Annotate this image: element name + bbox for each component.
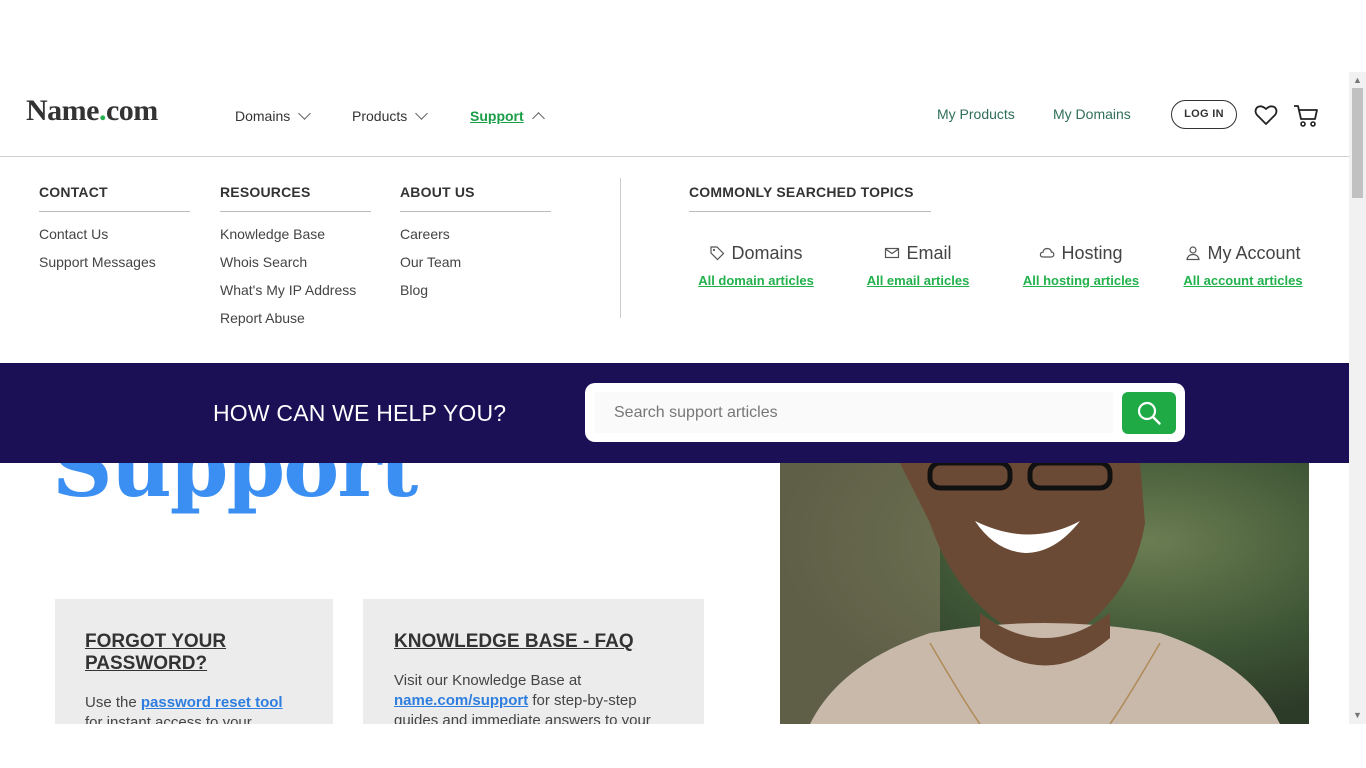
- name-com-logo[interactable]: Name.com: [26, 94, 158, 128]
- topic-label: Domains: [731, 242, 803, 263]
- cloud-icon: [1040, 247, 1055, 258]
- topic-heading: Email: [866, 242, 970, 264]
- card-text-after: for instant access to your: [85, 714, 252, 724]
- contact-column: CONTACT Contact Us Support Messages: [39, 184, 190, 282]
- logo-dot: .: [98, 94, 107, 127]
- hero-photo: [780, 463, 1309, 724]
- cart-icon[interactable]: [1293, 103, 1319, 128]
- menu-item-whois-search[interactable]: Whois Search: [220, 254, 371, 282]
- all-account-articles-link[interactable]: All account articles: [1183, 273, 1303, 288]
- user-icon: [1186, 246, 1201, 261]
- menu-item-our-team[interactable]: Our Team: [400, 254, 551, 282]
- search-icon: [1137, 401, 1161, 425]
- scroll-down-arrow-icon[interactable]: ▼: [1349, 707, 1366, 724]
- my-domains-link[interactable]: My Domains: [1053, 106, 1131, 122]
- menu-item-contact-us[interactable]: Contact Us: [39, 226, 190, 254]
- topic-heading: Hosting: [1022, 242, 1140, 264]
- topic-email: Email All email articles: [866, 242, 970, 289]
- all-email-articles-link[interactable]: All email articles: [866, 273, 970, 288]
- search-box: [585, 383, 1185, 442]
- logo-tld: com: [105, 94, 158, 127]
- column-title: RESOURCES: [220, 184, 371, 212]
- help-heading: HOW CAN WE HELP YOU?: [213, 400, 507, 426]
- card-text-before: Use the: [85, 694, 141, 711]
- topic-label: Hosting: [1061, 242, 1123, 263]
- nav-label: Domains: [235, 108, 291, 124]
- search-button[interactable]: [1122, 392, 1176, 434]
- topic-hosting: Hosting All hosting articles: [1022, 242, 1140, 289]
- card-text: Visit our Knowledge Base at name.com/sup…: [394, 671, 673, 724]
- chevron-up-icon: [531, 111, 545, 125]
- help-search-bar: HOW CAN WE HELP YOU?: [0, 363, 1349, 463]
- login-button[interactable]: LOG IN: [1171, 100, 1237, 129]
- column-title: CONTACT: [39, 184, 190, 212]
- scroll-up-arrow-icon[interactable]: ▲: [1349, 72, 1366, 89]
- chevron-down-icon: [298, 107, 312, 120]
- nav-domains[interactable]: Domains: [235, 107, 312, 124]
- scrollbar-thumb[interactable]: [1352, 88, 1363, 198]
- menu-item-whats-my-ip[interactable]: What's My IP Address: [220, 282, 371, 310]
- support-search-input[interactable]: [595, 392, 1113, 433]
- nav-label: Products: [352, 108, 408, 124]
- topics-title: COMMONLY SEARCHED TOPICS: [689, 184, 931, 212]
- support-mega-menu: CONTACT Contact Us Support Messages RESO…: [0, 158, 1349, 363]
- topic-label: Email: [906, 242, 952, 263]
- topic-label: My Account: [1207, 242, 1301, 263]
- page-viewport: Support FORGOT YOUR PASSWORD? Use the pa…: [0, 72, 1349, 724]
- all-hosting-articles-link[interactable]: All hosting articles: [1022, 273, 1140, 288]
- logo-name: Name: [26, 94, 99, 127]
- chevron-down-icon: [415, 107, 429, 120]
- menu-item-support-messages[interactable]: Support Messages: [39, 254, 190, 282]
- card-title[interactable]: FORGOT YOUR PASSWORD?: [85, 631, 245, 675]
- column-title: ABOUT US: [400, 184, 551, 212]
- heart-icon[interactable]: [1254, 104, 1278, 126]
- menu-item-knowledge-base[interactable]: Knowledge Base: [220, 226, 371, 254]
- all-domain-articles-link[interactable]: All domain articles: [697, 273, 815, 288]
- nav-support[interactable]: Support: [470, 108, 545, 125]
- nav-products[interactable]: Products: [352, 107, 429, 124]
- card-text: Use the password reset tool for instant …: [85, 693, 303, 724]
- password-reset-link[interactable]: password reset tool: [141, 694, 283, 711]
- knowledge-base-link[interactable]: name.com/support: [394, 692, 528, 709]
- menu-item-blog[interactable]: Blog: [400, 282, 551, 310]
- topic-heading: Domains: [697, 242, 815, 264]
- my-products-link[interactable]: My Products: [937, 106, 1015, 122]
- topic-domains: Domains All domain articles: [697, 242, 815, 289]
- menu-item-careers[interactable]: Careers: [400, 226, 551, 254]
- vertical-scrollbar[interactable]: ▲ ▼: [1349, 72, 1366, 724]
- menu-divider: [620, 178, 621, 318]
- card-title[interactable]: KNOWLEDGE BASE - FAQ: [394, 631, 673, 653]
- smiling-woman-image: [780, 463, 1309, 724]
- card-text-before: Visit our Knowledge Base at: [394, 672, 582, 689]
- resources-column: RESOURCES Knowledge Base Whois Search Wh…: [220, 184, 371, 338]
- menu-item-report-abuse[interactable]: Report Abuse: [220, 310, 371, 338]
- envelope-icon: [885, 247, 900, 259]
- knowledge-base-card: KNOWLEDGE BASE - FAQ Visit our Knowledge…: [363, 599, 704, 724]
- topic-heading: My Account: [1183, 242, 1303, 264]
- topic-my-account: My Account All account articles: [1183, 242, 1303, 289]
- nav-label: Support: [470, 108, 524, 124]
- forgot-password-card: FORGOT YOUR PASSWORD? Use the password r…: [55, 599, 333, 724]
- tag-icon: [710, 246, 725, 261]
- site-header: Name.com Domains Products Support My Pro…: [0, 72, 1349, 157]
- about-column: ABOUT US Careers Our Team Blog: [400, 184, 551, 310]
